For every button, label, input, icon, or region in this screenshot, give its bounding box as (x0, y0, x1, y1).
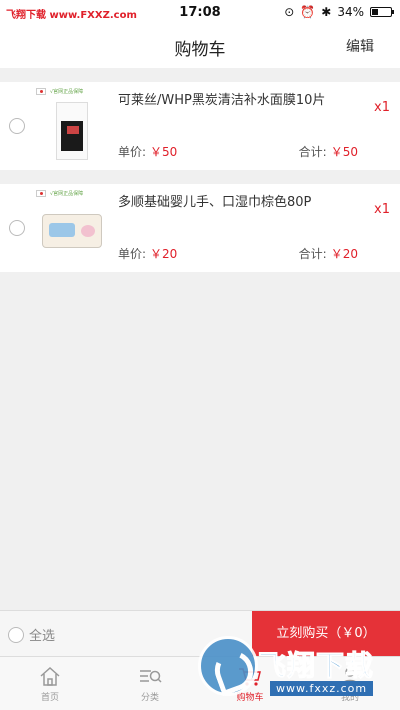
cart-item: √官网正品保障 可莱丝/WHP黑炭清洁补水面膜10片 x1 单价: ￥50 合计:… (0, 82, 400, 170)
battery-level (372, 9, 378, 15)
wipes-package-graphic (42, 214, 102, 248)
korea-flag-icon (36, 88, 46, 95)
brand-watermark-title: 飞翔下载 (257, 649, 375, 683)
select-all-checkbox[interactable] (8, 626, 24, 643)
subtotal-label: 合计: (298, 247, 327, 261)
battery-percent: 34% (337, 5, 364, 19)
product-name[interactable]: 可莱丝/WHP黑炭清洁补水面膜10片 (118, 92, 353, 110)
brand-watermark: 飞翔下载 www.fxxz.com (198, 636, 394, 706)
mask-package-graphic (56, 102, 88, 160)
tab-category[interactable]: 分类 (100, 657, 200, 710)
select-all-toggle[interactable]: 全选 (8, 625, 55, 644)
category-icon (140, 670, 162, 683)
item-subtotal: 合计: ￥50 (299, 143, 358, 160)
home-icon (40, 666, 60, 686)
authentic-tag: √官网正品保障 (50, 191, 84, 197)
brand-logo-icon (198, 636, 258, 696)
tab-label: 分类 (140, 693, 159, 703)
tab-label: 首页 (40, 693, 59, 703)
unit-price: 单价: ￥20 (118, 245, 177, 262)
unit-price: 单价: ￥50 (118, 143, 177, 160)
status-indicators: ⊙ ⏰ ✱ 34% (284, 5, 394, 19)
item-subtotal: 合计: ￥20 (299, 245, 358, 262)
select-all-label: 全选 (29, 629, 56, 644)
subtotal-label: 合计: (298, 145, 327, 159)
status-bar: 飞翔下载 www.FXXZ.com 17:08 ⊙ ⏰ ✱ 34% (0, 0, 400, 26)
cart-item: √官网正品保障 多顺基础婴儿手、口湿巾棕色80P x1 单价: ￥20 合计: ￥2… (0, 184, 400, 272)
rotation-lock-icon: ⊙ (284, 5, 295, 19)
unit-price-label: 单价: (118, 247, 147, 261)
item-quantity: x1 (374, 202, 390, 217)
tab-home[interactable]: 首页 (0, 657, 100, 710)
page-title: 购物车 (174, 40, 226, 60)
item-quantity: x1 (374, 100, 390, 115)
subtotal-value: ￥50 (330, 145, 358, 159)
item-select-checkbox[interactable] (9, 220, 25, 236)
baby-wipes-product-image[interactable]: √官网正品保障 (36, 190, 106, 266)
korea-flag-icon (36, 190, 46, 197)
battery-icon (370, 7, 394, 17)
nav-header: 购物车 编辑 (0, 26, 400, 68)
alarm-icon: ⏰ (300, 5, 316, 19)
product-name[interactable]: 多顺基础婴儿手、口湿巾棕色80P (118, 194, 353, 212)
authentic-tag: √官网正品保障 (50, 89, 84, 95)
face-mask-product-image[interactable]: √官网正品保障 (36, 88, 106, 164)
item-select-checkbox[interactable] (9, 118, 25, 134)
brand-watermark-url: www.fxxz.com (270, 681, 374, 696)
subtotal-value: ￥20 (330, 247, 358, 261)
unit-price-value: ￥50 (150, 145, 178, 159)
bluetooth-icon: ✱ (321, 5, 332, 19)
edit-button[interactable]: 编辑 (346, 36, 374, 56)
unit-price-value: ￥20 (150, 247, 178, 261)
unit-price-label: 单价: (118, 145, 147, 159)
